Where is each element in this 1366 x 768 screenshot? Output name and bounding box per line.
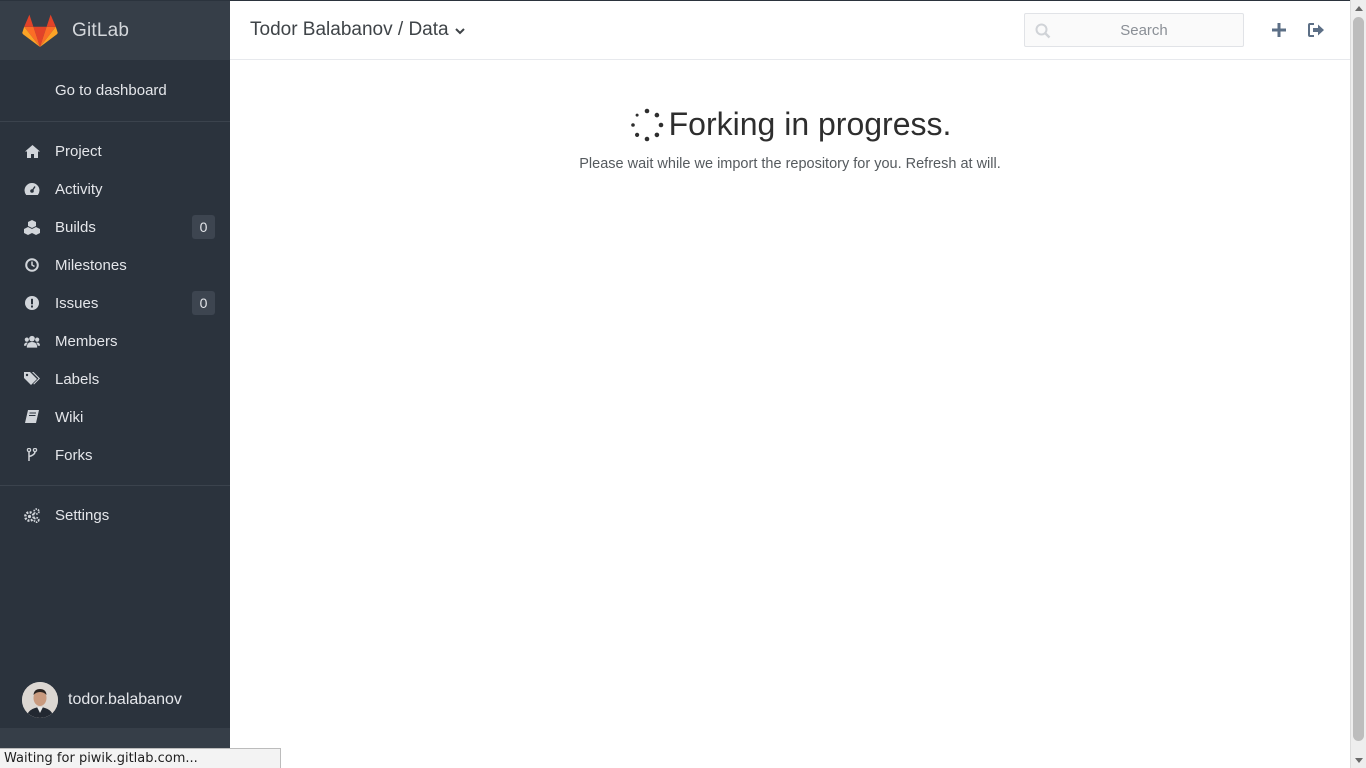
- sidebar-item-label: Labels: [55, 370, 100, 388]
- sidebar-divider: [0, 485, 230, 486]
- go-to-dashboard-link[interactable]: Go to dashboard: [0, 60, 230, 122]
- user-name[interactable]: todor.balabanov: [68, 691, 182, 709]
- sidebar-item-label: Forks: [55, 446, 93, 464]
- sidebar-item-label: Project: [55, 142, 102, 160]
- book-icon: [24, 409, 40, 425]
- search-input[interactable]: [1025, 14, 1243, 46]
- sidebar-item-label: Activity: [55, 180, 103, 198]
- fork-status-heading: Forking in progress.: [230, 106, 1350, 143]
- brand-name[interactable]: GitLab: [72, 20, 129, 42]
- sidebar-item-wiki[interactable]: Wiki: [0, 398, 230, 436]
- sidebar-item-members[interactable]: Members: [0, 322, 230, 360]
- cogs-icon: [24, 507, 40, 523]
- search-box[interactable]: [1024, 13, 1244, 47]
- breadcrumb-title[interactable]: Todor Balabanov / Data: [250, 19, 449, 41]
- tags-icon: [24, 371, 40, 387]
- sidebar-item-milestones[interactable]: Milestones: [0, 246, 230, 284]
- page-subtitle: Please wait while we import the reposito…: [579, 156, 1001, 172]
- exclamation-circle-icon: [24, 295, 40, 311]
- sidebar: GitLab Go to dashboard Project Activity …: [0, 0, 230, 768]
- sidebar-item-project[interactable]: Project: [0, 132, 230, 170]
- users-icon: [24, 333, 40, 349]
- sidebar-nav: Project Activity Builds 0 Milestones Iss…: [0, 122, 230, 474]
- sidebar-item-label: Wiki: [55, 408, 84, 426]
- scrollbar-thumb[interactable]: [1353, 17, 1364, 741]
- code-fork-icon: [24, 447, 40, 463]
- scroll-up-arrow-icon[interactable]: [1351, 0, 1366, 16]
- sidebar-item-builds[interactable]: Builds 0: [0, 208, 230, 246]
- home-icon: [24, 143, 40, 159]
- sidebar-item-label: Builds: [55, 218, 96, 236]
- scroll-down-arrow-icon[interactable]: [1351, 752, 1366, 768]
- avatar[interactable]: [22, 682, 58, 718]
- plus-icon[interactable]: [1268, 19, 1290, 41]
- page-title: Forking in progress.: [668, 106, 952, 142]
- sign-out-icon[interactable]: [1305, 19, 1327, 41]
- sidebar-item-issues[interactable]: Issues 0: [0, 284, 230, 322]
- user-profile-link[interactable]: todor.balabanov: [0, 672, 230, 728]
- builds-count-badge: 0: [192, 215, 215, 239]
- gitlab-logo-icon[interactable]: [22, 14, 58, 48]
- vertical-scrollbar[interactable]: [1350, 0, 1366, 768]
- dashboard-icon: [24, 181, 40, 197]
- browser-status-bar: Waiting for piwik.gitlab.com...: [0, 748, 281, 768]
- sidebar-item-labels[interactable]: Labels: [0, 360, 230, 398]
- sidebar-item-activity[interactable]: Activity: [0, 170, 230, 208]
- project-breadcrumb[interactable]: Todor Balabanov / Data: [250, 19, 465, 41]
- cubes-icon: [24, 219, 40, 235]
- issues-count-badge: 0: [192, 291, 215, 315]
- search-icon: [1035, 23, 1051, 39]
- spinner-icon: [629, 107, 665, 143]
- chevron-down-icon[interactable]: [454, 28, 465, 35]
- main-content: Forking in progress. Please wait while w…: [230, 60, 1350, 768]
- brand-header[interactable]: GitLab: [0, 0, 230, 60]
- sidebar-item-label: Members: [55, 332, 118, 350]
- sidebar-item-label: Milestones: [55, 256, 127, 274]
- sidebar-item-label: Settings: [55, 506, 110, 524]
- sidebar-item-forks[interactable]: Forks: [0, 436, 230, 474]
- sidebar-item-label: Issues: [55, 294, 99, 312]
- clock-icon: [24, 257, 40, 273]
- top-header: Todor Balabanov / Data: [230, 0, 1350, 60]
- sidebar-item-settings[interactable]: Settings: [0, 496, 230, 534]
